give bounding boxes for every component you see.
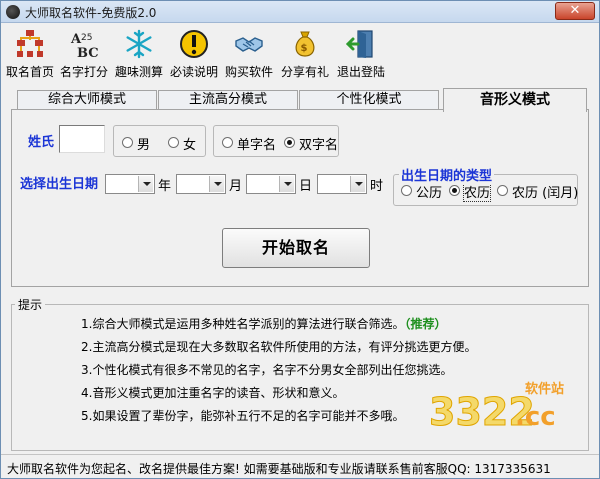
handshake-icon bbox=[235, 37, 263, 52]
surname-input[interactable] bbox=[59, 125, 105, 153]
tab-master-mode[interactable]: 综合大师模式 bbox=[17, 90, 157, 110]
chevron-down-icon bbox=[279, 176, 294, 192]
mode-tabs: 综合大师模式 主流高分模式 个性化模式 音形义模式 bbox=[11, 88, 589, 112]
toolbar-score-button[interactable]: A 25 BC 名字打分 bbox=[59, 25, 109, 81]
chevron-down-icon bbox=[209, 176, 224, 192]
app-window: 大师取名软件-免费版2.0 ✕ 取名首页 A 25 BC 名字打分 趣味测算 必… bbox=[0, 0, 600, 479]
hour-select[interactable] bbox=[317, 174, 367, 194]
radio-dot bbox=[497, 185, 508, 196]
window-title: 大师取名软件-免费版2.0 bbox=[25, 6, 157, 20]
toolbar-exit-button[interactable]: 退出登陆 bbox=[335, 25, 387, 81]
tip-item: 2.主流高分模式是现在大多数取名软件所使用的方法，有评分挑选更方便。 bbox=[81, 340, 477, 354]
radio-dot bbox=[122, 137, 133, 148]
month-select[interactable] bbox=[176, 174, 226, 194]
radio-dot bbox=[401, 185, 412, 196]
birth-type-legend: 出生日期的类型 bbox=[399, 165, 495, 184]
close-button[interactable]: ✕ bbox=[555, 2, 595, 20]
radio-dot-selected bbox=[284, 137, 295, 148]
title-bar[interactable]: 大师取名软件-免费版2.0 ✕ bbox=[1, 1, 599, 23]
svg-text:25: 25 bbox=[81, 33, 92, 43]
toolbar-fun-button[interactable]: 趣味测算 bbox=[113, 25, 165, 81]
watermark-tag: 软件站 bbox=[525, 381, 564, 397]
tip-item: 1.综合大师模式是运用多种姓名学派别的算法进行联合筛选。（推荐） bbox=[81, 317, 447, 331]
surname-label: 姓氏 bbox=[28, 135, 55, 150]
svg-text:BC: BC bbox=[77, 46, 99, 59]
month-unit: 月 bbox=[229, 179, 243, 194]
tips-legend: 提示 bbox=[15, 296, 46, 313]
start-naming-button[interactable]: 开始取名 bbox=[222, 228, 370, 268]
hour-unit: 时 bbox=[370, 179, 384, 194]
toolbar-readme-button[interactable]: 必读说明 bbox=[169, 25, 219, 81]
app-logo-icon bbox=[6, 5, 20, 19]
money-bag-icon: $ bbox=[295, 31, 315, 57]
status-bar: 大师取名软件为您起名、改名提供最佳方案! 如需要基础版和专业版请联系售前客服QQ… bbox=[1, 454, 599, 478]
year-unit: 年 bbox=[158, 179, 172, 194]
tip-item: 3.个性化模式有很多不常见的名字，名字不分男女全部列出任您挑选。 bbox=[81, 363, 453, 377]
home-grid-icon bbox=[17, 30, 43, 57]
name-length-group: 单字名 双字名 bbox=[213, 125, 339, 157]
toolbar: 取名首页 A 25 BC 名字打分 趣味测算 必读说明 购买软件 $ 分享有礼 … bbox=[3, 25, 599, 81]
day-unit: 日 bbox=[299, 179, 313, 194]
chevron-down-icon bbox=[350, 176, 365, 192]
birth-date-label: 选择出生日期 bbox=[20, 177, 99, 192]
abc-score-icon: A 25 BC bbox=[70, 32, 99, 59]
watermark-suffix: .cc bbox=[515, 402, 556, 432]
snowflake-icon bbox=[126, 29, 152, 59]
toolbar-home-button[interactable]: 取名首页 bbox=[5, 25, 55, 81]
tab-high-score-mode[interactable]: 主流高分模式 bbox=[158, 90, 298, 110]
year-select[interactable] bbox=[105, 174, 155, 194]
site-watermark-logo: 3322 .cc 软件站 bbox=[429, 381, 564, 434]
radio-dot bbox=[168, 137, 179, 148]
exclamation-icon bbox=[180, 30, 208, 58]
svg-text:$: $ bbox=[301, 43, 308, 54]
toolbar-share-button[interactable]: $ 分享有礼 bbox=[279, 25, 331, 81]
toolbar-buy-button[interactable]: 购买软件 bbox=[223, 25, 275, 81]
exit-door-icon bbox=[346, 30, 373, 58]
status-text: 大师取名软件为您起名、改名提供最佳方案! 如需要基础版和专业版请联系售前客服QQ… bbox=[7, 462, 551, 476]
tip-item: 4.音形义模式更加注重名字的读音、形状和意义。 bbox=[81, 386, 345, 400]
tab-sound-shape-meaning-mode[interactable]: 音形义模式 bbox=[443, 88, 587, 112]
tab-personalized-mode[interactable]: 个性化模式 bbox=[299, 90, 439, 110]
radio-dot-selected bbox=[449, 185, 460, 196]
chevron-down-icon bbox=[138, 176, 153, 192]
tip-item: 5.如果设置了辈份字，能弥补五行不足的名字可能并不多哦。 bbox=[81, 409, 405, 423]
day-select[interactable] bbox=[246, 174, 296, 194]
radio-dot bbox=[222, 137, 233, 148]
gender-group: 男 女 bbox=[113, 125, 206, 157]
recommended-badge: （推荐） bbox=[404, 317, 447, 331]
